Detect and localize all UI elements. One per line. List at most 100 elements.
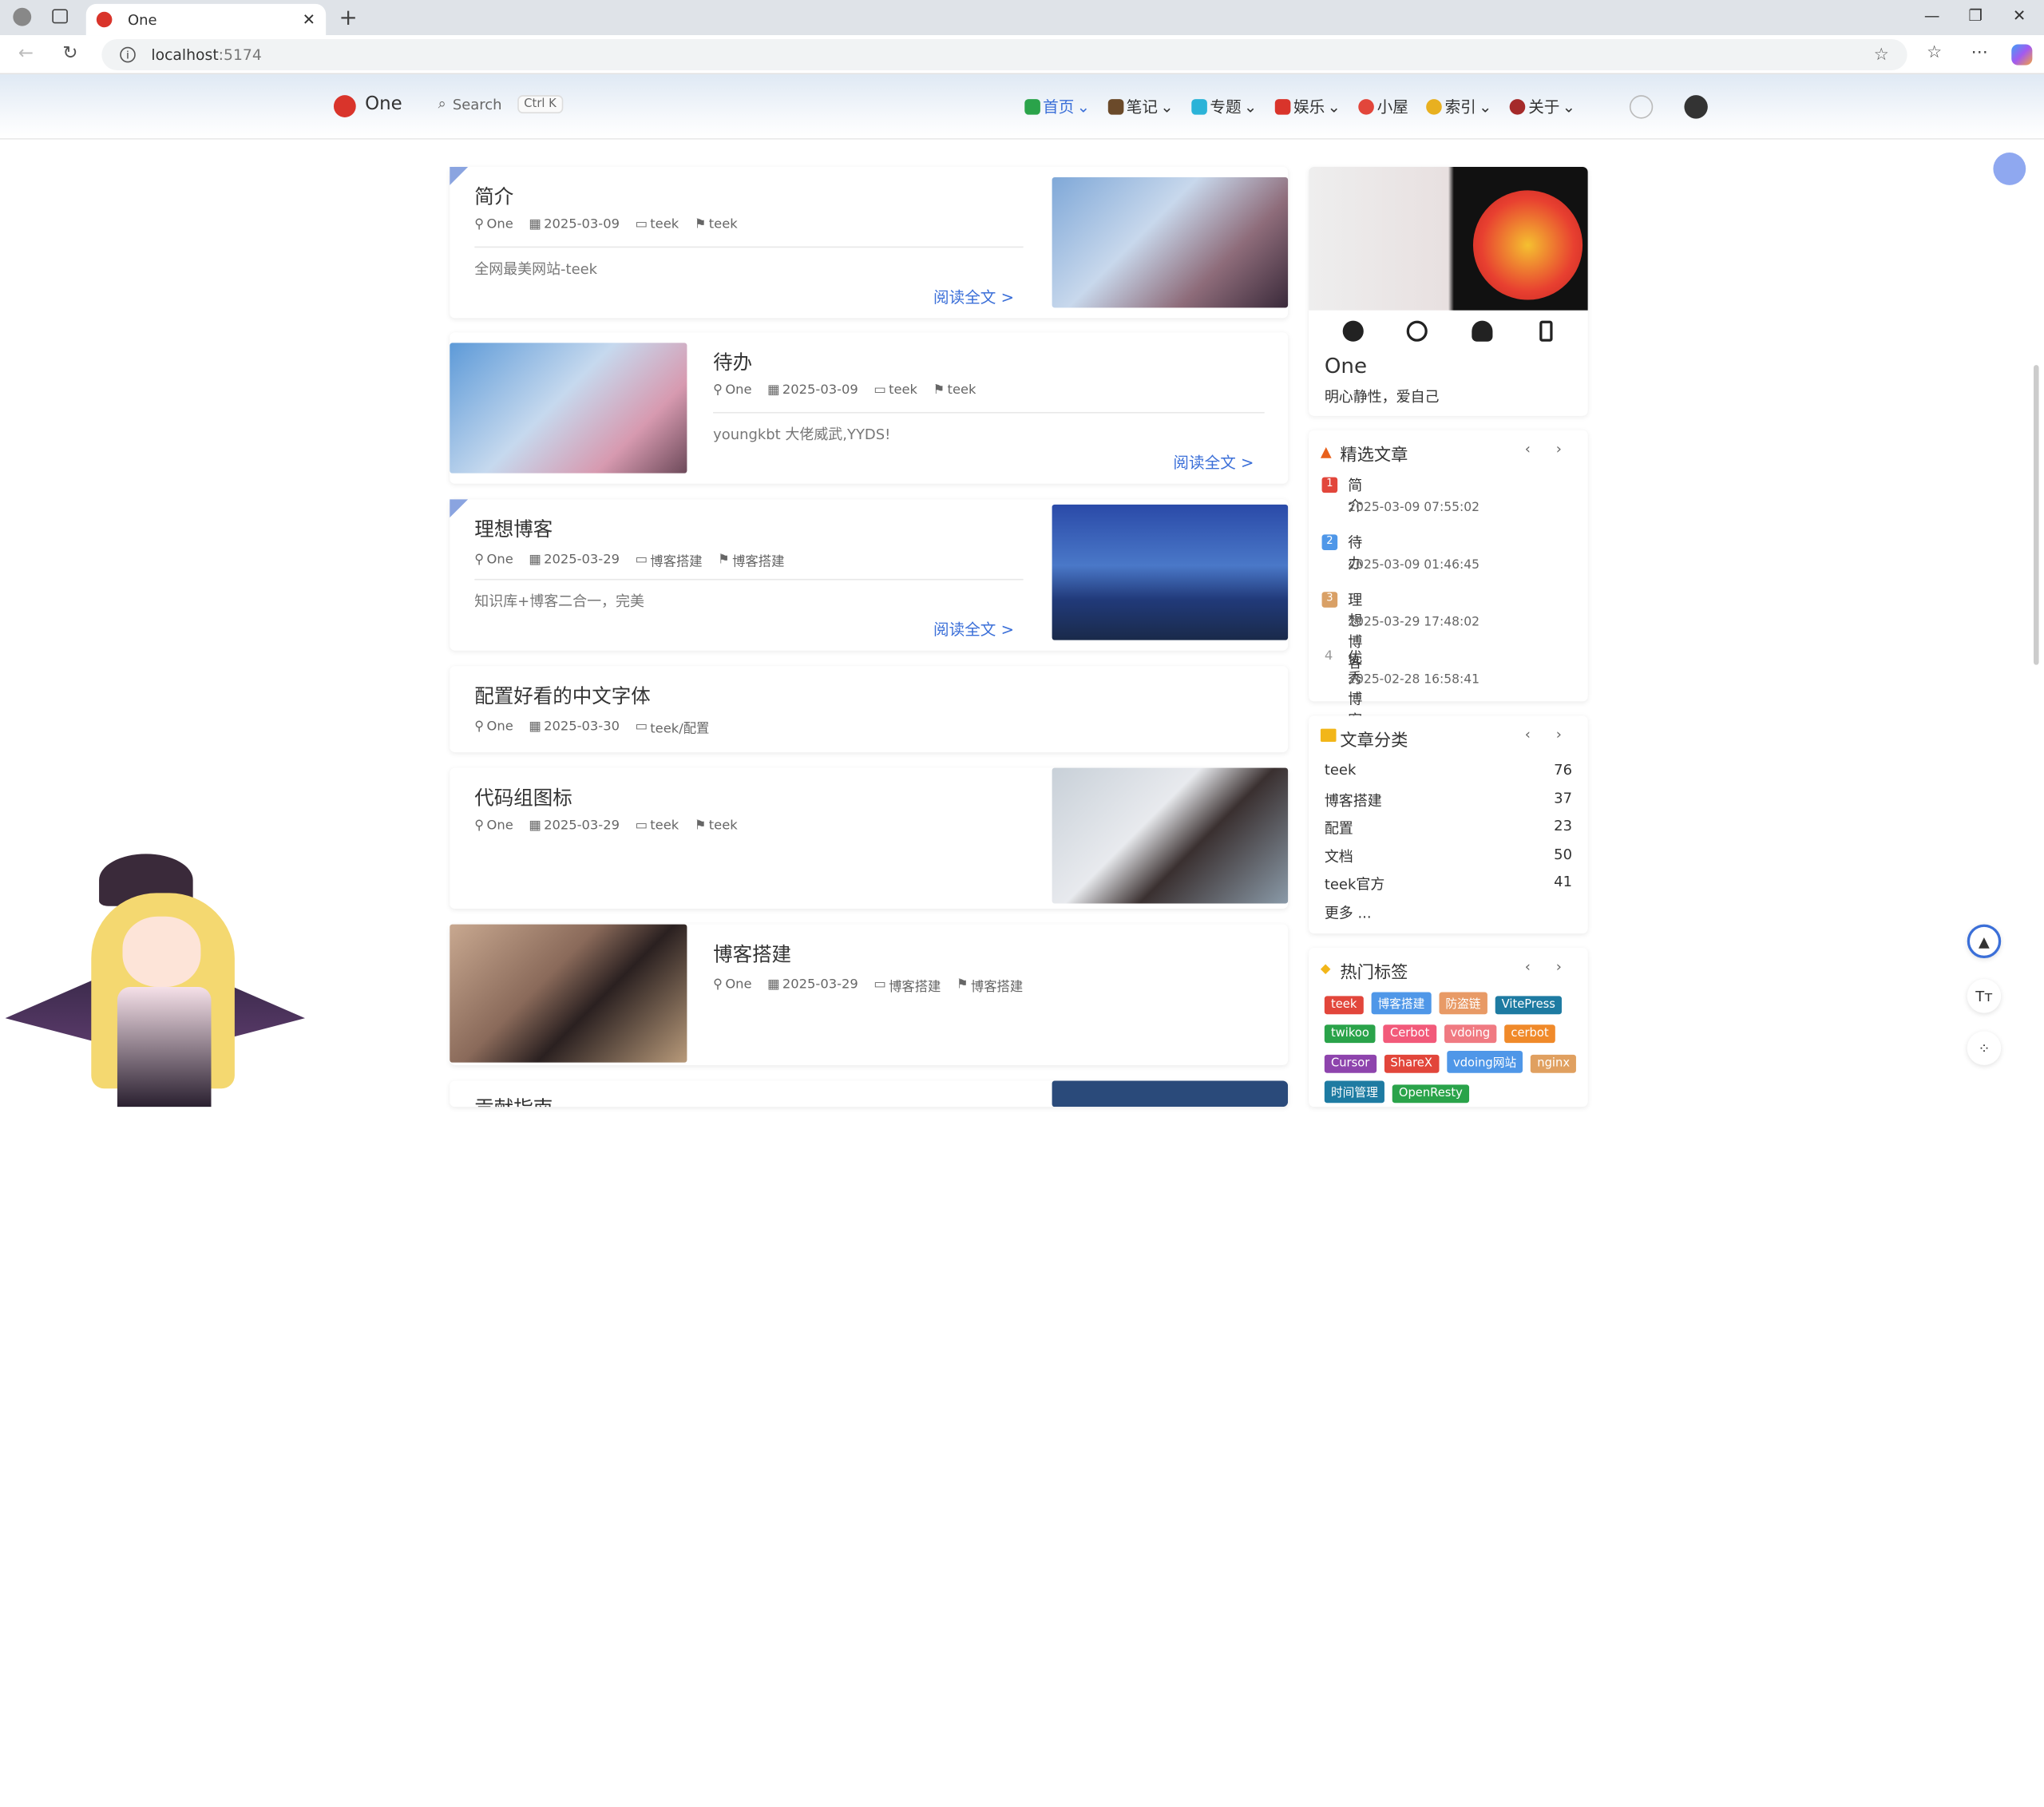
- tab-actions-icon[interactable]: [52, 9, 68, 24]
- post-card[interactable]: 贡献指南: [450, 1080, 1289, 1108]
- phone-icon[interactable]: [1539, 320, 1553, 342]
- menu-fun[interactable]: 娱乐 ⌄: [1275, 95, 1341, 117]
- tag[interactable]: ⚑ teek: [695, 218, 738, 232]
- post-title[interactable]: 待办: [713, 348, 752, 375]
- theme-toggle-icon[interactable]: [1629, 95, 1654, 119]
- more-menu-icon[interactable]: ⋯: [1971, 43, 1988, 62]
- post-title[interactable]: 代码组图标: [474, 783, 572, 810]
- category-name[interactable]: teek官方: [1325, 874, 1384, 902]
- tag-chip[interactable]: teek: [1324, 996, 1364, 1015]
- category-row[interactable]: teek官方 41: [1325, 874, 1572, 902]
- post-cover-image[interactable]: [450, 924, 687, 1063]
- post-card[interactable]: 代码组图标 ⚲ One ▦ 2025-03-29 ▭ teek ⚑ teek: [450, 767, 1289, 909]
- category-row[interactable]: teek 76: [1325, 761, 1572, 789]
- read-more-link[interactable]: 阅读全文 >: [933, 286, 1014, 308]
- profile-icon[interactable]: [13, 7, 32, 26]
- tags-pager[interactable]: ‹ ›: [1525, 958, 1572, 975]
- tag[interactable]: ⚑ teek: [933, 383, 976, 398]
- tag-chip[interactable]: vdoing: [1444, 1024, 1497, 1044]
- tag[interactable]: ⚑ teek: [695, 818, 738, 833]
- menu-notes[interactable]: 笔记 ⌄: [1107, 95, 1174, 117]
- qq-icon[interactable]: [1472, 320, 1493, 342]
- post-card[interactable]: 简介 ⚲ One ▦ 2025-03-09 ▭ teek ⚑ teek 全网最美网站-t…: [450, 166, 1289, 319]
- post-card[interactable]: 理想博客 ⚲ One ▦ 2025-03-29 ▭ 博客搭建 ⚑ 博客搭建 知识库+博客…: [450, 499, 1289, 651]
- category[interactable]: ▭ teek/配置: [636, 717, 710, 736]
- post-title[interactable]: 简介: [474, 183, 513, 210]
- gitee-icon[interactable]: [1406, 320, 1428, 342]
- category-name[interactable]: teek: [1325, 761, 1357, 789]
- post-cover-image[interactable]: [450, 343, 687, 474]
- site-title[interactable]: One: [365, 94, 402, 115]
- browser-tab[interactable]: One ✕: [85, 3, 327, 36]
- minimize-icon[interactable]: —: [1924, 6, 1940, 25]
- tag-chip[interactable]: VitePress: [1495, 996, 1563, 1015]
- tag-chip[interactable]: cerbot: [1504, 1024, 1555, 1044]
- post-card[interactable]: 待办 ⚲ One ▦ 2025-03-09 ▭ teek ⚑ teek youngkbt…: [450, 332, 1289, 484]
- post-title[interactable]: 博客搭建: [713, 940, 791, 967]
- more-categories-link[interactable]: 更多 ...: [1325, 902, 1572, 928]
- post-card[interactable]: 配置好看的中文字体 ⚲ One ▦ 2025-03-30 ▭ teek/配置: [450, 666, 1289, 753]
- category[interactable]: ▭ teek: [636, 818, 679, 833]
- back-icon[interactable]: ←: [18, 43, 34, 64]
- post-cover-image[interactable]: [1052, 767, 1289, 904]
- github-icon[interactable]: [1684, 95, 1708, 119]
- url-field[interactable]: i localhost:5174 ☆: [101, 38, 1907, 71]
- close-window-icon[interactable]: ✕: [2013, 6, 2026, 25]
- tag-chip[interactable]: nginx: [1531, 1054, 1577, 1073]
- search-button[interactable]: ⌕ Search Ctrl K: [438, 95, 563, 114]
- featured-pager[interactable]: ‹ ›: [1525, 441, 1572, 458]
- categories-pager[interactable]: ‹ ›: [1525, 726, 1572, 743]
- tag-chip[interactable]: twikoo: [1324, 1024, 1376, 1044]
- menu-topics[interactable]: 专题 ⌄: [1191, 95, 1257, 117]
- menu-about[interactable]: 关于 ⌄: [1510, 95, 1575, 117]
- copilot-icon[interactable]: [2011, 44, 2033, 65]
- category[interactable]: ▭ 博客搭建: [636, 550, 703, 569]
- category-name[interactable]: 文档: [1325, 846, 1353, 874]
- read-more-link[interactable]: 阅读全文 >: [933, 618, 1014, 640]
- menu-index[interactable]: 索引 ⌄: [1426, 95, 1491, 117]
- site-logo-icon[interactable]: [333, 95, 356, 117]
- reload-icon[interactable]: ↻: [62, 43, 77, 64]
- mascot-widget[interactable]: [5, 854, 306, 1108]
- post-cover-image[interactable]: [1052, 1080, 1289, 1108]
- font-size-button[interactable]: Tт: [1967, 979, 2002, 1013]
- favorites-icon[interactable]: ☆: [1927, 43, 1942, 62]
- loading-icon[interactable]: ⁘: [1967, 1031, 2002, 1065]
- category[interactable]: ▭ teek: [636, 218, 679, 232]
- github-icon[interactable]: [1342, 320, 1364, 342]
- post-title[interactable]: 贡献指南: [474, 1094, 553, 1107]
- close-tab-icon[interactable]: ✕: [303, 10, 315, 29]
- restore-icon[interactable]: ❐: [1968, 6, 1983, 25]
- tag-chip[interactable]: OpenResty: [1392, 1084, 1470, 1104]
- category-row[interactable]: 配置 23: [1325, 818, 1572, 846]
- post-title[interactable]: 配置好看的中文字体: [474, 682, 650, 709]
- tag-chip[interactable]: Cerbot: [1383, 1024, 1436, 1044]
- post-cover-image[interactable]: [1052, 177, 1289, 308]
- tag-chip[interactable]: Cursor: [1324, 1054, 1377, 1073]
- post-card[interactable]: 博客搭建 ⚲ One ▦ 2025-03-29 ▭ 博客搭建 ⚑ 博客搭建: [450, 924, 1289, 1065]
- category-name[interactable]: 博客搭建: [1325, 790, 1382, 818]
- tag-chip[interactable]: vdoing网站: [1446, 1050, 1523, 1073]
- menu-house[interactable]: 小屋: [1358, 95, 1408, 117]
- tag-chip[interactable]: 防盗链: [1439, 992, 1487, 1015]
- category-name[interactable]: 配置: [1325, 818, 1353, 846]
- post-title[interactable]: 理想博客: [474, 515, 553, 542]
- category[interactable]: ▭ teek: [873, 383, 917, 398]
- menu-home[interactable]: 首页 ⌄: [1024, 95, 1090, 117]
- notice-button[interactable]: [1993, 153, 2026, 185]
- back-to-top-button[interactable]: ▲: [1967, 924, 2002, 959]
- new-tab-icon[interactable]: +: [339, 6, 358, 32]
- category-row[interactable]: 文档 50: [1325, 846, 1572, 874]
- bookmark-star-icon[interactable]: ☆: [1874, 45, 1889, 64]
- category[interactable]: ▭ 博客搭建: [873, 975, 941, 995]
- site-info-icon[interactable]: i: [120, 46, 136, 63]
- scrollbar-thumb[interactable]: [2034, 365, 2039, 665]
- post-cover-image[interactable]: [1052, 504, 1289, 640]
- tag-chip[interactable]: ShareX: [1384, 1054, 1440, 1073]
- tag[interactable]: ⚑ 博客搭建: [957, 975, 1023, 995]
- tag-chip[interactable]: 博客搭建: [1371, 992, 1432, 1015]
- tag[interactable]: ⚑ 博客搭建: [718, 550, 784, 569]
- tag-chip[interactable]: 时间管理: [1324, 1080, 1384, 1104]
- category-row[interactable]: 博客搭建 37: [1325, 790, 1572, 818]
- read-more-link[interactable]: 阅读全文 >: [1173, 451, 1254, 474]
